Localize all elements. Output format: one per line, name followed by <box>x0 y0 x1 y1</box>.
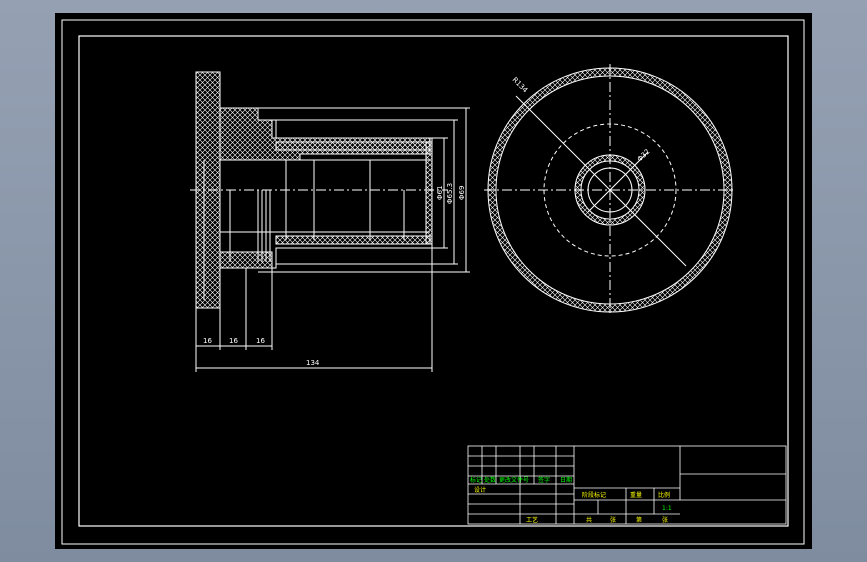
dim-overall-length: 134 <box>306 359 320 367</box>
cad-viewport: 16 16 16 134 Φ61 Φ65.3 Φ69 R134 Φ32 标记 处… <box>0 0 867 562</box>
tube-wall-top <box>275 141 431 151</box>
dim-flange-thickness: 16 <box>203 337 212 345</box>
dim-step-2: 16 <box>256 337 265 345</box>
outer-border <box>61 19 805 545</box>
tube-end-wall <box>425 141 433 245</box>
tb-label-sheets-2: 张 <box>662 516 668 524</box>
dim-bore-diameter: Φ61 <box>436 186 444 200</box>
tb-label-process: 工艺 <box>526 516 538 524</box>
dim-groove-diameter: Φ65.3 <box>446 183 454 204</box>
title-block <box>467 445 787 525</box>
upper-web-hatch <box>219 107 431 161</box>
radius-leader <box>515 95 687 267</box>
tb-label-number: 第 <box>636 516 642 524</box>
tb-label-total: 共 <box>586 516 592 524</box>
lower-web-hatch <box>219 251 273 269</box>
tb-label-scale: 比例 <box>658 491 670 499</box>
dim-outer-radius: R134 <box>511 76 530 95</box>
tb-label-design: 设计 <box>474 486 486 494</box>
dim-step-1: 16 <box>229 337 238 345</box>
tb-label-date: 日期 <box>560 476 572 484</box>
tb-scale-value: 1:1 <box>662 505 672 512</box>
tb-label-sign: 签字 <box>538 476 550 484</box>
tb-label-sheets-1: 张 <box>610 516 616 524</box>
tb-label-mark: 标记 <box>470 476 482 484</box>
end-view <box>484 64 736 316</box>
tb-label-weight: 重量 <box>630 491 642 499</box>
tube-wall-bottom <box>275 235 431 245</box>
tb-label-change-doc: 更改文件号 <box>499 476 529 484</box>
tb-label-stage: 阶段标记 <box>582 491 606 499</box>
dim-hole-diameter: Φ32 <box>636 148 652 164</box>
drawing-canvas: 16 16 16 134 Φ61 Φ65.3 Φ69 R134 Φ32 标记 处… <box>61 19 805 545</box>
section-view <box>190 71 470 372</box>
tb-label-count: 处数 <box>484 476 496 484</box>
dim-body-diameter: Φ69 <box>458 186 466 200</box>
